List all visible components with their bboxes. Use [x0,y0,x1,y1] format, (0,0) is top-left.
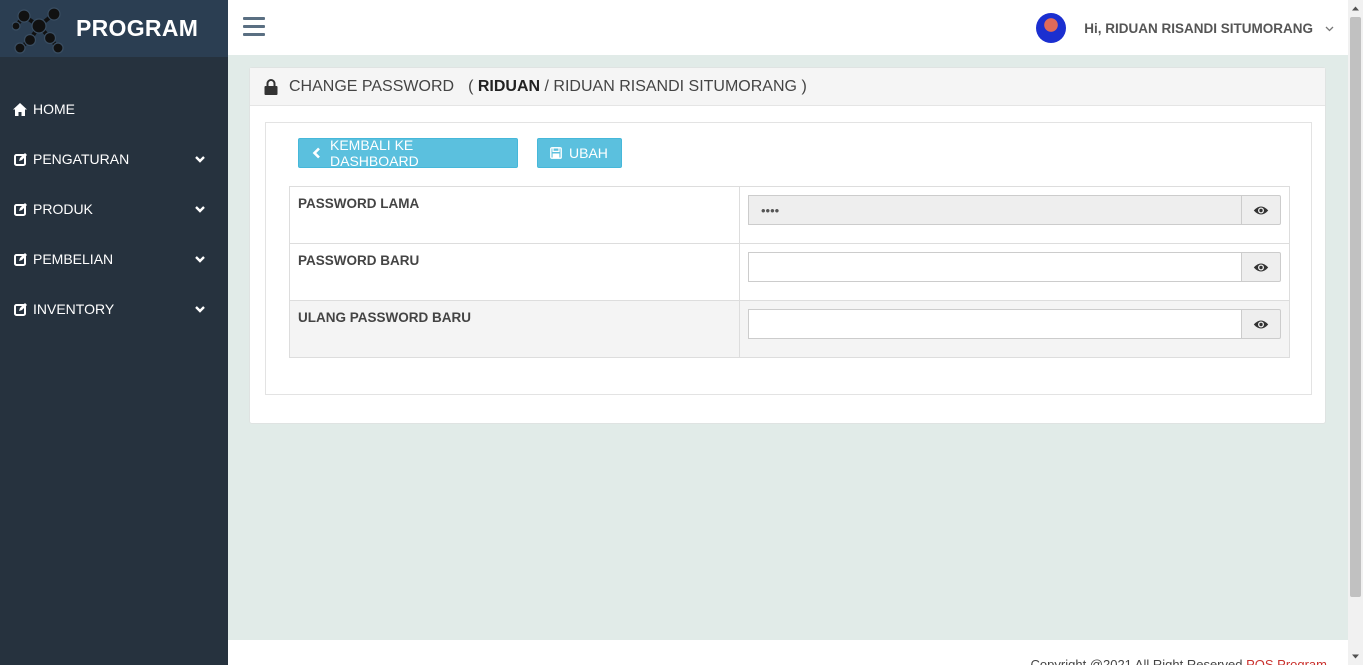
table-row: PASSWORD BARU [289,243,1290,301]
chevron-down-icon [194,153,206,165]
old-password-label: PASSWORD LAMA [289,186,740,244]
sidebar-item-label: PEMBELIAN [33,251,114,267]
sidebar-item-pengaturan[interactable]: PENGATURAN [0,134,228,184]
floppy-disk-icon [550,147,562,159]
footer-text: Copyright @2021 All Right Reserved POS P… [1031,657,1327,665]
edit-icon [13,152,27,166]
old-password-input[interactable] [748,195,1241,225]
old-password-group [748,195,1281,225]
scroll-up-arrow-icon[interactable] [1351,4,1360,13]
confirm-password-label: ULANG PASSWORD BARU [289,300,740,358]
sidebar-item-label: PENGATURAN [33,151,130,167]
brand-name: PROGRAM [76,15,199,41]
page-title: CHANGE PASSWORD [289,77,455,95]
new-password-group [748,252,1281,282]
confirm-password-input[interactable] [748,309,1241,339]
lock-icon [264,78,278,95]
show-password-button[interactable] [1241,309,1281,339]
user-greeting: Hi, RIDUAN RISANDI SITUMORANG [1084,20,1313,36]
change-password-panel: CHANGE PASSWORD ( RIDUAN / RIDUAN RISAND… [249,67,1326,424]
chevron-down-icon [194,203,206,215]
back-button-label: KEMBALI KE DASHBOARD [330,137,419,169]
sidebar-item-label: PRODUK [33,201,93,217]
sidebar: PROGRAM HOME PENGATURAN PRODUK PEMBELIAN… [0,0,228,665]
table-row: ULANG PASSWORD BARU [289,300,1290,358]
sidebar-item-produk[interactable]: PRODUK [0,184,228,234]
sidebar-item-pembelian[interactable]: PEMBELIAN [0,234,228,284]
copyright-text: Copyright @2021 All Right Reserved [1030,657,1247,665]
sidebar-item-label: HOME [33,101,75,117]
chevron-left-icon [311,147,323,159]
paren-open: ( [468,77,474,95]
edit-icon [13,302,27,316]
sidebar-item-inventory[interactable]: INVENTORY [0,284,228,334]
confirm-password-cell [739,300,1290,358]
eye-icon [1253,320,1269,328]
new-password-label: PASSWORD BARU [289,243,740,301]
fullname: RIDUAN RISANDI SITUMORANG [553,77,797,95]
old-password-cell [739,186,1290,244]
save-button-label: UBAH [569,145,608,161]
chevron-down-icon [194,303,206,315]
avatar[interactable] [1036,13,1067,43]
chevron-down-icon [1325,26,1334,31]
chevron-down-icon [194,253,206,265]
back-to-dashboard-button[interactable]: KEMBALI KE DASHBOARD [298,137,518,169]
form-container: KEMBALI KE DASHBOARD UBAH PASSWORD LAMA [265,122,1312,395]
hamburger-menu-icon[interactable] [243,17,265,37]
topbar: Hi, RIDUAN RISANDI SITUMORANG [228,0,1348,55]
show-password-button[interactable] [1241,252,1281,282]
user-menu[interactable]: Hi, RIDUAN RISANDI SITUMORANG [1036,13,1334,43]
password-form-table: PASSWORD LAMA PASSWORD BARU [289,186,1290,358]
confirm-password-group [748,309,1281,339]
new-password-input[interactable] [748,252,1241,282]
table-row: PASSWORD LAMA [289,186,1290,244]
name-separator: / [540,77,554,95]
edit-icon [13,202,27,216]
new-password-cell [739,243,1290,301]
sidebar-item-home[interactable]: HOME [0,84,228,134]
scrollbar[interactable] [1348,0,1363,665]
save-button[interactable]: UBAH [537,138,622,168]
footer: Copyright @2021 All Right Reserved POS P… [228,640,1348,665]
molecule-logo-icon [12,6,64,54]
show-password-button[interactable] [1241,195,1281,225]
scroll-down-arrow-icon[interactable] [1351,652,1360,661]
username: RIDUAN [477,77,541,95]
paren-close: ) [801,77,807,95]
sidebar-item-label: INVENTORY [33,301,115,317]
eye-icon [1253,263,1269,271]
brand[interactable]: PROGRAM [0,0,228,57]
panel-header: CHANGE PASSWORD ( RIDUAN / RIDUAN RISAND… [250,68,1325,106]
eye-icon [1253,206,1269,214]
edit-icon [13,252,27,266]
home-icon [13,102,27,116]
footer-link[interactable]: POS Program [1246,657,1327,665]
scrollbar-thumb[interactable] [1350,17,1361,597]
sidebar-menu: HOME PENGATURAN PRODUK PEMBELIAN INVENTO… [0,84,228,334]
